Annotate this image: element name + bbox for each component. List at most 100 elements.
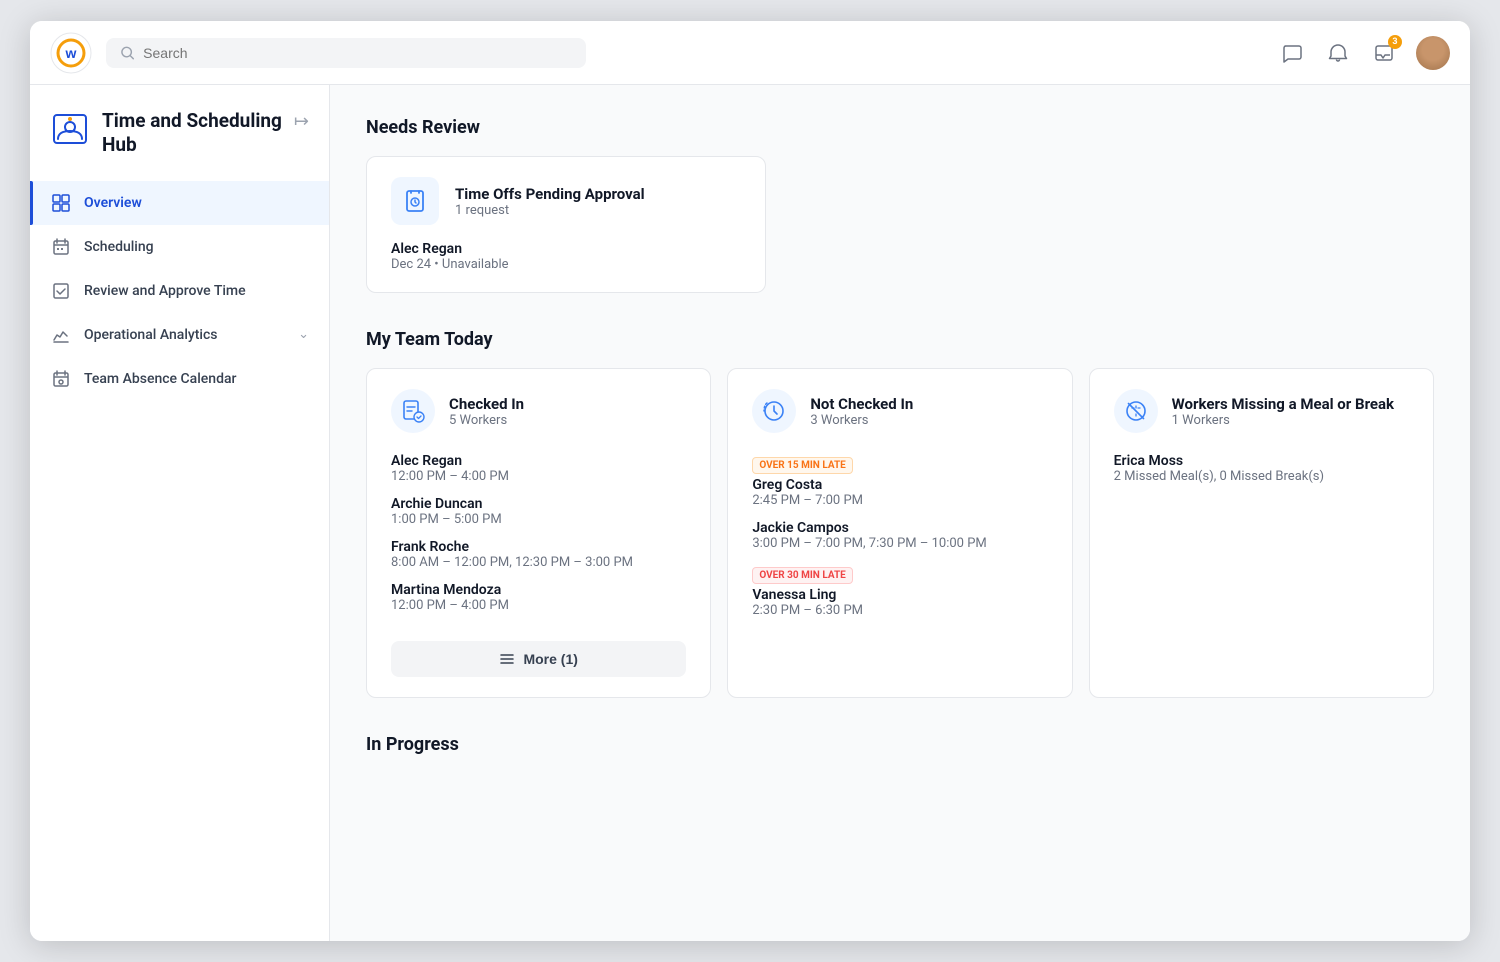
sidebar-item-review-approve[interactable]: Review and Approve Time — [30, 269, 329, 313]
overview-icon — [50, 192, 72, 214]
team-cards: Checked In 5 Workers Alec Regan 12:00 PM… — [366, 368, 1434, 698]
not-checked-in-icon — [761, 398, 787, 424]
missing-meal-icon — [1123, 398, 1149, 424]
workday-logo: w — [50, 32, 92, 74]
worker-row: Alec Regan 12:00 PM – 4:00 PM — [391, 453, 686, 484]
checked-in-card: Checked In 5 Workers Alec Regan 12:00 PM… — [366, 368, 711, 698]
hub-icon — [50, 109, 90, 149]
topbar: w — [30, 21, 1470, 85]
card-person-info: Alec Regan Dec 24 • Unavailable — [391, 241, 741, 272]
missing-meal-break-card: Workers Missing a Meal or Break 1 Worker… — [1089, 368, 1434, 698]
more-button[interactable]: More (1) — [391, 641, 686, 677]
card-subtitle: 1 request — [455, 203, 645, 218]
sidebar-item-analytics[interactable]: Operational Analytics ⌄ — [30, 313, 329, 357]
sidebar-header: Time and Scheduling Hub ↦ — [30, 109, 329, 181]
checked-in-icon — [400, 398, 426, 424]
worker-row: Jackie Campos 3:00 PM – 7:00 PM, 7:30 PM… — [752, 520, 1047, 551]
worker-time: 1:00 PM – 5:00 PM — [391, 512, 686, 527]
sidebar-item-label: Scheduling — [84, 239, 154, 255]
search-icon — [120, 45, 135, 61]
content-area: Needs Review Time Offs Pending Approval — [330, 85, 1470, 941]
missing-meal-count: 1 Workers — [1172, 413, 1394, 428]
card-person-detail: Dec 24 • Unavailable — [391, 257, 741, 272]
worker-time: 3:00 PM – 7:00 PM, 7:30 PM – 10:00 PM — [752, 536, 1047, 551]
worker-name: Alec Regan — [391, 453, 686, 469]
notifications-icon[interactable] — [1324, 39, 1352, 67]
needs-review-section-title: Needs Review — [366, 117, 1434, 138]
worker-name: Martina Mendoza — [391, 582, 686, 598]
sidebar-title: Time and Scheduling Hub — [102, 109, 282, 157]
worker-name: Archie Duncan — [391, 496, 686, 512]
checked-in-header: Checked In 5 Workers — [391, 389, 686, 433]
worker-time: 2 Missed Meal(s), 0 Missed Break(s) — [1114, 469, 1409, 484]
needs-review-card[interactable]: Time Offs Pending Approval 1 request Ale… — [366, 156, 766, 293]
card-title: Time Offs Pending Approval — [455, 185, 645, 203]
not-checked-in-count: 3 Workers — [810, 413, 913, 428]
worker-time: 12:00 PM – 4:00 PM — [391, 469, 686, 484]
analytics-icon — [50, 324, 72, 346]
not-checked-in-icon-box — [752, 389, 796, 433]
sidebar-item-label: Team Absence Calendar — [84, 371, 236, 387]
checked-in-title-group: Checked In 5 Workers — [449, 395, 524, 428]
worker-name: Frank Roche — [391, 539, 686, 555]
worker-time: 2:30 PM – 6:30 PM — [752, 603, 1047, 618]
worker-row: Martina Mendoza 12:00 PM – 4:00 PM — [391, 582, 686, 613]
in-progress-section-title: In Progress — [366, 734, 1434, 755]
search-bar[interactable] — [106, 38, 586, 68]
missing-meal-icon-box — [1114, 389, 1158, 433]
sidebar: Time and Scheduling Hub ↦ Overview — [30, 85, 330, 941]
list-icon — [499, 651, 515, 667]
missing-meal-title-group: Workers Missing a Meal or Break 1 Worker… — [1172, 395, 1394, 428]
more-button-label: More (1) — [523, 651, 577, 667]
checked-in-title: Checked In — [449, 395, 524, 413]
checked-in-count: 5 Workers — [449, 413, 524, 428]
missing-meal-title: Workers Missing a Meal or Break — [1172, 395, 1394, 413]
inbox-icon[interactable]: 3 — [1370, 39, 1398, 67]
worker-row: OVER 15 MIN LATE Greg Costa 2:45 PM – 7:… — [752, 453, 1047, 508]
inbox-badge: 3 — [1388, 35, 1402, 49]
my-team-section-title: My Team Today — [366, 329, 1434, 350]
worker-name: Erica Moss — [1114, 453, 1409, 469]
worker-name: Greg Costa — [752, 477, 1047, 493]
absence-icon — [50, 368, 72, 390]
worker-row: Archie Duncan 1:00 PM – 5:00 PM — [391, 496, 686, 527]
sidebar-nav: Overview Scheduling — [30, 181, 329, 401]
card-header: Time Offs Pending Approval 1 request — [391, 177, 741, 225]
checked-in-icon-box — [391, 389, 435, 433]
sidebar-item-overview[interactable]: Overview — [30, 181, 329, 225]
worker-row: Erica Moss 2 Missed Meal(s), 0 Missed Br… — [1114, 453, 1409, 484]
not-checked-in-title: Not Checked In — [810, 395, 913, 413]
user-avatar[interactable] — [1416, 36, 1450, 70]
worker-row: OVER 30 MIN LATE Vanessa Ling 2:30 PM – … — [752, 563, 1047, 618]
sidebar-collapse-button[interactable]: ↦ — [294, 109, 309, 132]
sidebar-item-label: Overview — [84, 195, 142, 211]
worker-row: Frank Roche 8:00 AM – 12:00 PM, 12:30 PM… — [391, 539, 686, 570]
sidebar-item-label: Operational Analytics — [84, 327, 218, 343]
review-icon — [50, 280, 72, 302]
messages-icon[interactable] — [1278, 39, 1306, 67]
time-off-icon-box — [391, 177, 439, 225]
worker-name: Jackie Campos — [752, 520, 1047, 536]
worker-time: 8:00 AM – 12:00 PM, 12:30 PM – 3:00 PM — [391, 555, 686, 570]
late-badge-orange: OVER 15 MIN LATE — [752, 457, 852, 474]
not-checked-in-header: Not Checked In 3 Workers — [752, 389, 1047, 433]
not-checked-in-card: Not Checked In 3 Workers OVER 15 MIN LAT… — [727, 368, 1072, 698]
time-off-icon — [401, 187, 429, 215]
more-btn: More (1) — [391, 625, 686, 677]
late-badge-red: OVER 30 MIN LATE — [752, 567, 852, 584]
svg-text:w: w — [65, 45, 77, 61]
worker-time: 2:45 PM – 7:00 PM — [752, 493, 1047, 508]
search-input[interactable] — [143, 45, 572, 61]
worker-name: Vanessa Ling — [752, 587, 1047, 603]
not-checked-in-title-group: Not Checked In 3 Workers — [810, 395, 913, 428]
missing-meal-break-header: Workers Missing a Meal or Break 1 Worker… — [1114, 389, 1409, 433]
my-team-section: My Team Today — [366, 329, 1434, 698]
card-title-group: Time Offs Pending Approval 1 request — [455, 185, 645, 218]
main-layout: Time and Scheduling Hub ↦ Overview — [30, 85, 1470, 941]
sidebar-item-label: Review and Approve Time — [84, 283, 246, 299]
chevron-down-icon: ⌄ — [298, 327, 309, 342]
sidebar-item-scheduling[interactable]: Scheduling — [30, 225, 329, 269]
sidebar-item-absence[interactable]: Team Absence Calendar — [30, 357, 329, 401]
topbar-right: 3 — [1278, 36, 1450, 70]
worker-time: 12:00 PM – 4:00 PM — [391, 598, 686, 613]
